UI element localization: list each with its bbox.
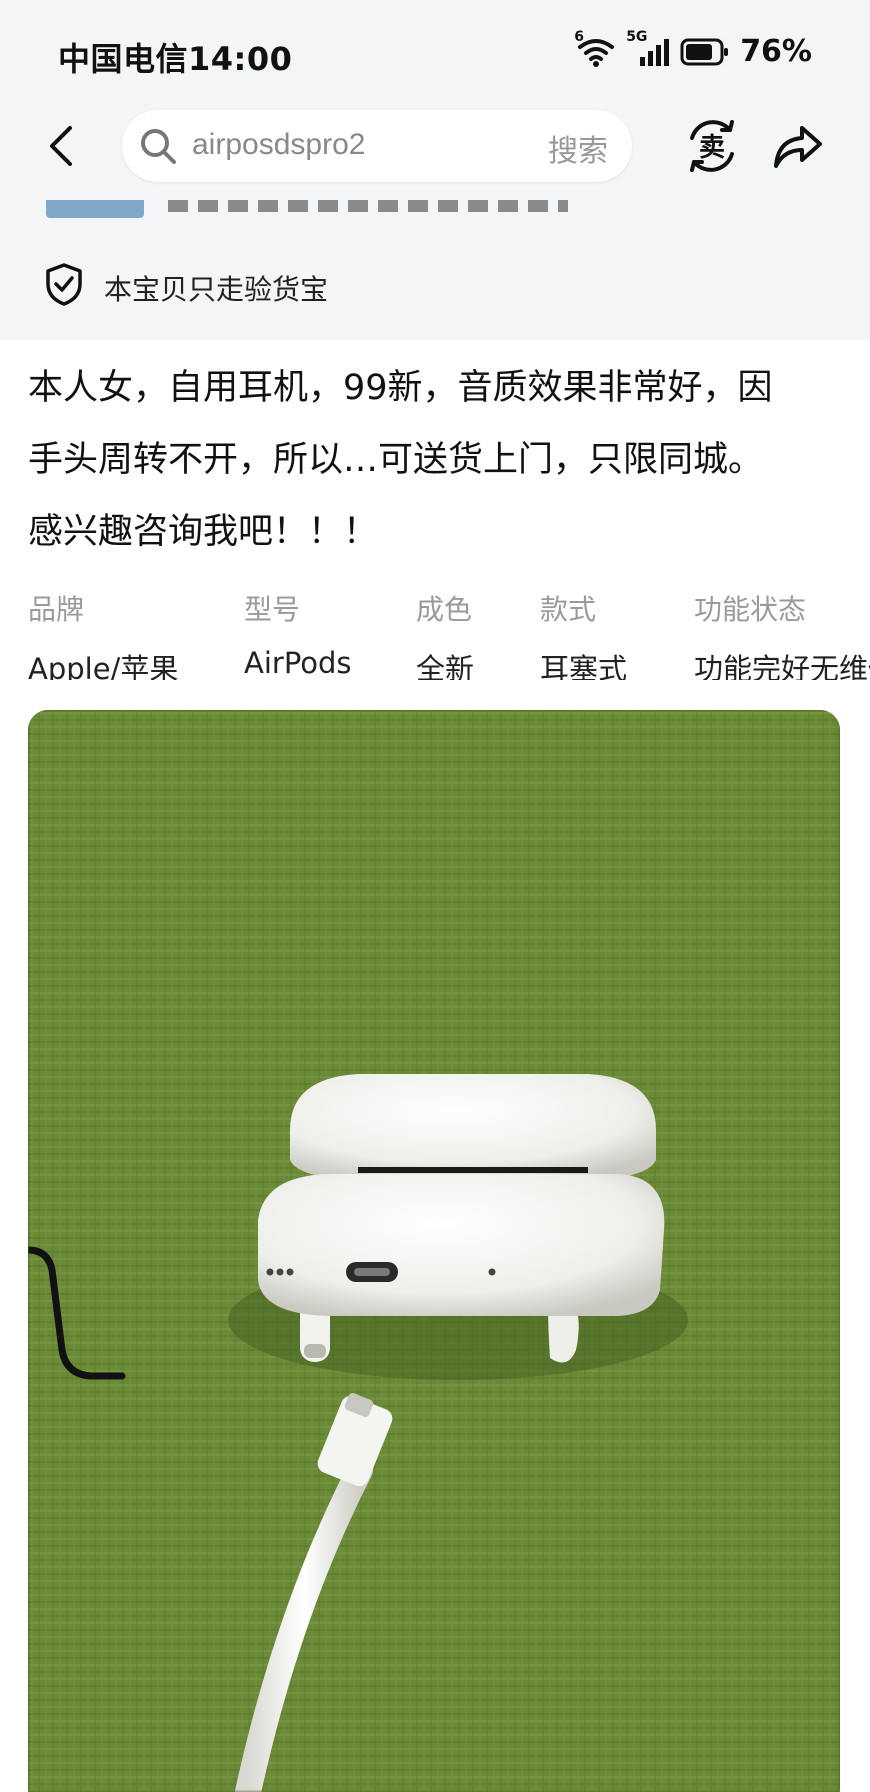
sell-icon-label: 卖	[699, 133, 725, 163]
attribute-label: 品牌	[28, 593, 85, 626]
carrier-time: 中国电信14:00	[58, 40, 293, 78]
product-photo-illustration	[28, 710, 840, 1792]
attribute-style: 款式 耳塞式	[540, 588, 627, 680]
attribute-value: 功能完好无维修	[694, 652, 870, 680]
wifi-icon: 6	[574, 29, 616, 67]
status-icons: 6 5G 76%	[574, 29, 812, 70]
attribute-value: 全新	[416, 652, 475, 680]
banner-badge	[46, 200, 144, 218]
item-attributes: 品牌 Apple/苹果 型号 AirPods 成色 全新 款式 耳塞式 功能状态…	[0, 580, 870, 680]
search-icon	[141, 129, 176, 164]
item-description: 本人女，自用耳机，99新，音质效果非常好，因 手头周转不开，所以…可送货上门，只…	[28, 352, 852, 568]
shield-check-icon	[46, 263, 82, 306]
top-nav-bar: airposdspro2 搜索 卖	[0, 100, 870, 200]
attribute-label: 功能状态	[694, 593, 807, 626]
attribute-brand: 品牌 Apple/苹果	[28, 588, 178, 680]
verification-text: 本宝贝只走验货宝	[104, 273, 329, 306]
search-query-text: airposdspro2	[192, 128, 366, 161]
attribute-value: 耳塞式	[540, 652, 628, 680]
search-input[interactable]: airposdspro2 搜索	[122, 110, 632, 182]
attribute-label: 型号	[244, 593, 301, 626]
share-icon	[774, 126, 822, 168]
signal-icon: 5G	[626, 29, 670, 67]
product-photo[interactable]	[28, 710, 840, 1792]
search-button[interactable]: 搜索	[548, 126, 608, 170]
wifi-6-label: 6	[574, 28, 584, 45]
cut-off-banner	[0, 200, 870, 222]
description-line: 本人女，自用耳机，99新，音质效果非常好，因	[28, 368, 773, 408]
product-detail-page: 中国电信14:00 6 5G 76% airposdspro2 搜索 卖 本宝贝…	[0, 0, 870, 1792]
attribute-label: 成色	[416, 593, 473, 626]
sell-icon: 卖	[690, 120, 734, 172]
share-button[interactable]	[770, 118, 826, 174]
back-arrow-icon	[50, 126, 72, 166]
attribute-label: 款式	[540, 593, 597, 626]
attribute-value: AirPods	[244, 646, 352, 680]
5g-label: 5G	[626, 28, 648, 45]
attribute-value: Apple/苹果	[28, 652, 179, 680]
description-line: 感兴趣咨询我吧！！！	[28, 512, 379, 552]
battery-icon	[680, 37, 730, 67]
sell-button[interactable]: 卖	[682, 116, 742, 176]
attribute-model: 型号 AirPods	[244, 588, 352, 680]
attribute-condition: 成色 全新	[416, 588, 474, 680]
status-bar: 中国电信14:00 6 5G 76%	[0, 0, 870, 100]
description-line: 手头周转不开，所以…可送货上门，只限同城。	[28, 440, 764, 480]
attribute-function-status: 功能状态 功能完好无维修	[694, 588, 870, 680]
banner-text-cutoff	[168, 200, 568, 212]
verification-notice: 本宝贝只走验货宝	[0, 222, 870, 340]
battery-percent: 76%	[740, 34, 812, 69]
back-button[interactable]	[36, 118, 86, 174]
